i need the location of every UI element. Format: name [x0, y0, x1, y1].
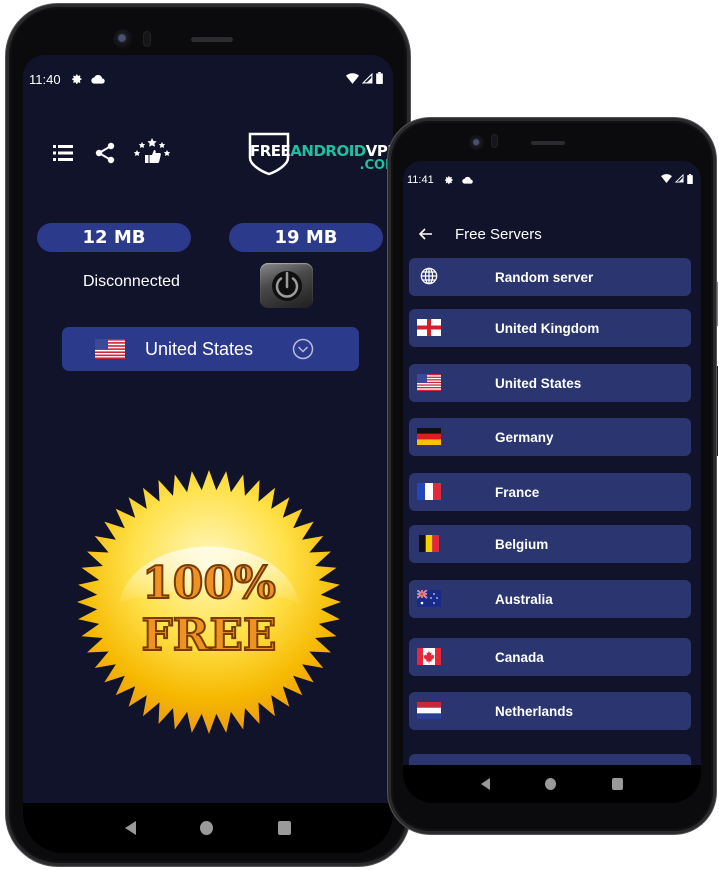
server-item-united-states[interactable]: United States [409, 364, 691, 402]
server-name: France [495, 484, 540, 500]
nav-back-icon[interactable] [480, 778, 490, 790]
proximity-sensor [143, 31, 151, 47]
badge-text-percent: 100% [142, 558, 276, 609]
power-icon [271, 270, 302, 301]
server-item-belgium[interactable]: Belgium [409, 525, 691, 563]
upload-usage-pill: 19 MB [229, 223, 383, 252]
servers-nav-bar [403, 765, 701, 803]
cloud-icon [461, 176, 473, 184]
server-item-united-kingdom[interactable]: United Kingdom [409, 309, 691, 347]
gear-icon [444, 175, 454, 185]
server-name: Netherlands [495, 703, 574, 719]
main-phone-frame: 11:40 FREEANDROIDVP .CO 12 MB 19 MB Disc… [6, 4, 410, 866]
nav-back-icon[interactable] [125, 821, 137, 835]
server-name: Belgium [495, 536, 549, 552]
download-usage-pill: 12 MB [37, 223, 191, 252]
chevron-down-icon [292, 338, 314, 360]
server-name: Australia [495, 591, 553, 607]
badge-text-free: FREE [142, 610, 277, 661]
germany-flag-icon [417, 427, 441, 445]
servers-screen: 11:41 Free Servers Random server United … [403, 161, 701, 765]
server-name: United Kingdom [495, 320, 600, 336]
selected-country-name: United States [145, 338, 254, 359]
back-arrow-icon[interactable] [415, 223, 437, 245]
servers-phone-frame: 11:41 Free Servers Random server United … [388, 118, 716, 834]
server-item-random[interactable]: Random server [409, 258, 691, 296]
menu-list-icon[interactable] [51, 142, 75, 164]
server-item-france[interactable]: France [409, 473, 691, 511]
australia-flag-icon [417, 589, 441, 607]
nav-home-icon[interactable] [545, 778, 557, 790]
connection-status-label: Disconnected [83, 273, 180, 290]
server-item-netherlands[interactable]: Netherlands [409, 692, 691, 730]
cloud-icon [90, 74, 105, 84]
england-flag-icon [417, 318, 441, 336]
status-time: 11:40 [29, 71, 61, 87]
server-name: United States [495, 375, 582, 391]
status-time: 11:41 [407, 174, 434, 186]
battery-icon [687, 173, 693, 187]
server-item-australia[interactable]: Australia [409, 580, 691, 618]
page-title: Free Servers [455, 225, 542, 243]
earpiece-speaker [531, 141, 565, 145]
main-nav-bar [23, 803, 393, 853]
servers-header: Free Servers [403, 219, 701, 249]
status-bar: 11:40 [23, 69, 393, 89]
earpiece-speaker [191, 37, 233, 42]
gear-icon [71, 73, 83, 85]
belgium-flag-icon [417, 534, 441, 552]
country-selector-dropdown[interactable]: United States [62, 327, 359, 371]
server-name: Random server [495, 269, 594, 285]
front-camera [113, 29, 133, 49]
rate-app-icon[interactable] [133, 137, 171, 167]
wifi-icon [661, 174, 672, 186]
us-flag-icon [95, 339, 125, 359]
server-item-canada[interactable]: Canada [409, 638, 691, 676]
free-badge-image: 100% FREE [77, 470, 341, 734]
server-name: Germany [495, 429, 554, 445]
signal-icon [361, 72, 373, 87]
server-item-germany[interactable]: Germany [409, 418, 691, 456]
nav-recents-icon[interactable] [612, 778, 624, 790]
share-icon[interactable] [93, 141, 117, 165]
front-camera [469, 135, 485, 151]
status-bar: 11:41 [403, 171, 701, 189]
connect-power-button[interactable] [260, 263, 313, 308]
nav-recents-icon[interactable] [277, 821, 291, 835]
server-name: Canada [495, 649, 544, 665]
netherlands-flag-icon [417, 701, 441, 719]
proximity-sensor [491, 134, 498, 148]
battery-icon [376, 71, 383, 87]
signal-icon [674, 173, 684, 186]
wifi-icon [346, 72, 359, 87]
canada-flag-icon [417, 647, 441, 665]
us-flag-icon [417, 373, 441, 391]
globe-icon [417, 267, 441, 285]
france-flag-icon [417, 482, 441, 500]
app-logo: FREEANDROIDVPN .COM [248, 132, 393, 180]
nav-home-icon[interactable] [200, 821, 214, 835]
server-item-partial[interactable] [409, 754, 691, 765]
main-screen: 11:40 FREEANDROIDVP .CO 12 MB 19 MB Disc… [23, 55, 393, 803]
